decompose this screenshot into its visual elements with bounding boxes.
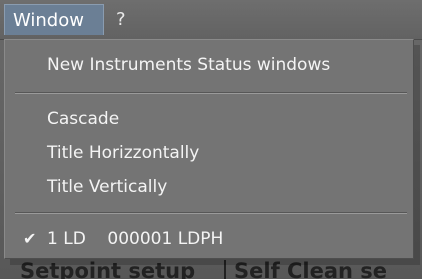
background-toolbar: Setpoint setup Self Clean se [0, 258, 422, 279]
menu-item-cascade[interactable]: Cascade [5, 104, 413, 134]
menu-item-tile-vertically[interactable]: Title Vertically [5, 172, 413, 202]
menu-item-label: 1 LD 000001 LDPH [47, 229, 224, 249]
menu-item-label: Title Vertically [47, 177, 168, 197]
menu-separator [15, 92, 407, 94]
menu-item-new-instruments-status-windows[interactable]: New Instruments Status windows [5, 50, 413, 80]
menu-item-window-1-ld[interactable]: ✔ 1 LD 000001 LDPH [5, 224, 413, 254]
self-clean-setup-link[interactable]: Self Clean se [234, 258, 387, 279]
background-divider [224, 260, 226, 279]
menu-bar: Window ? [0, 0, 422, 40]
window-menu-dropdown: New Instruments Status windows Cascade T… [4, 39, 414, 259]
menu-item-label: New Instruments Status windows [47, 55, 331, 75]
app-window: Window ? Setpoint setup Self Clean se Ne… [0, 0, 422, 279]
menu-help[interactable]: ? [112, 4, 138, 35]
menu-item-tile-horizontally[interactable]: Title Horizzontally [5, 138, 413, 168]
menu-item-label: Title Horizzontally [47, 143, 200, 163]
setpoint-setup-link[interactable]: Setpoint setup [20, 258, 195, 279]
menu-window[interactable]: Window [4, 4, 104, 35]
checkmark-icon: ✔ [23, 229, 37, 248]
menu-item-label: Cascade [47, 109, 120, 129]
menu-separator [15, 212, 407, 214]
